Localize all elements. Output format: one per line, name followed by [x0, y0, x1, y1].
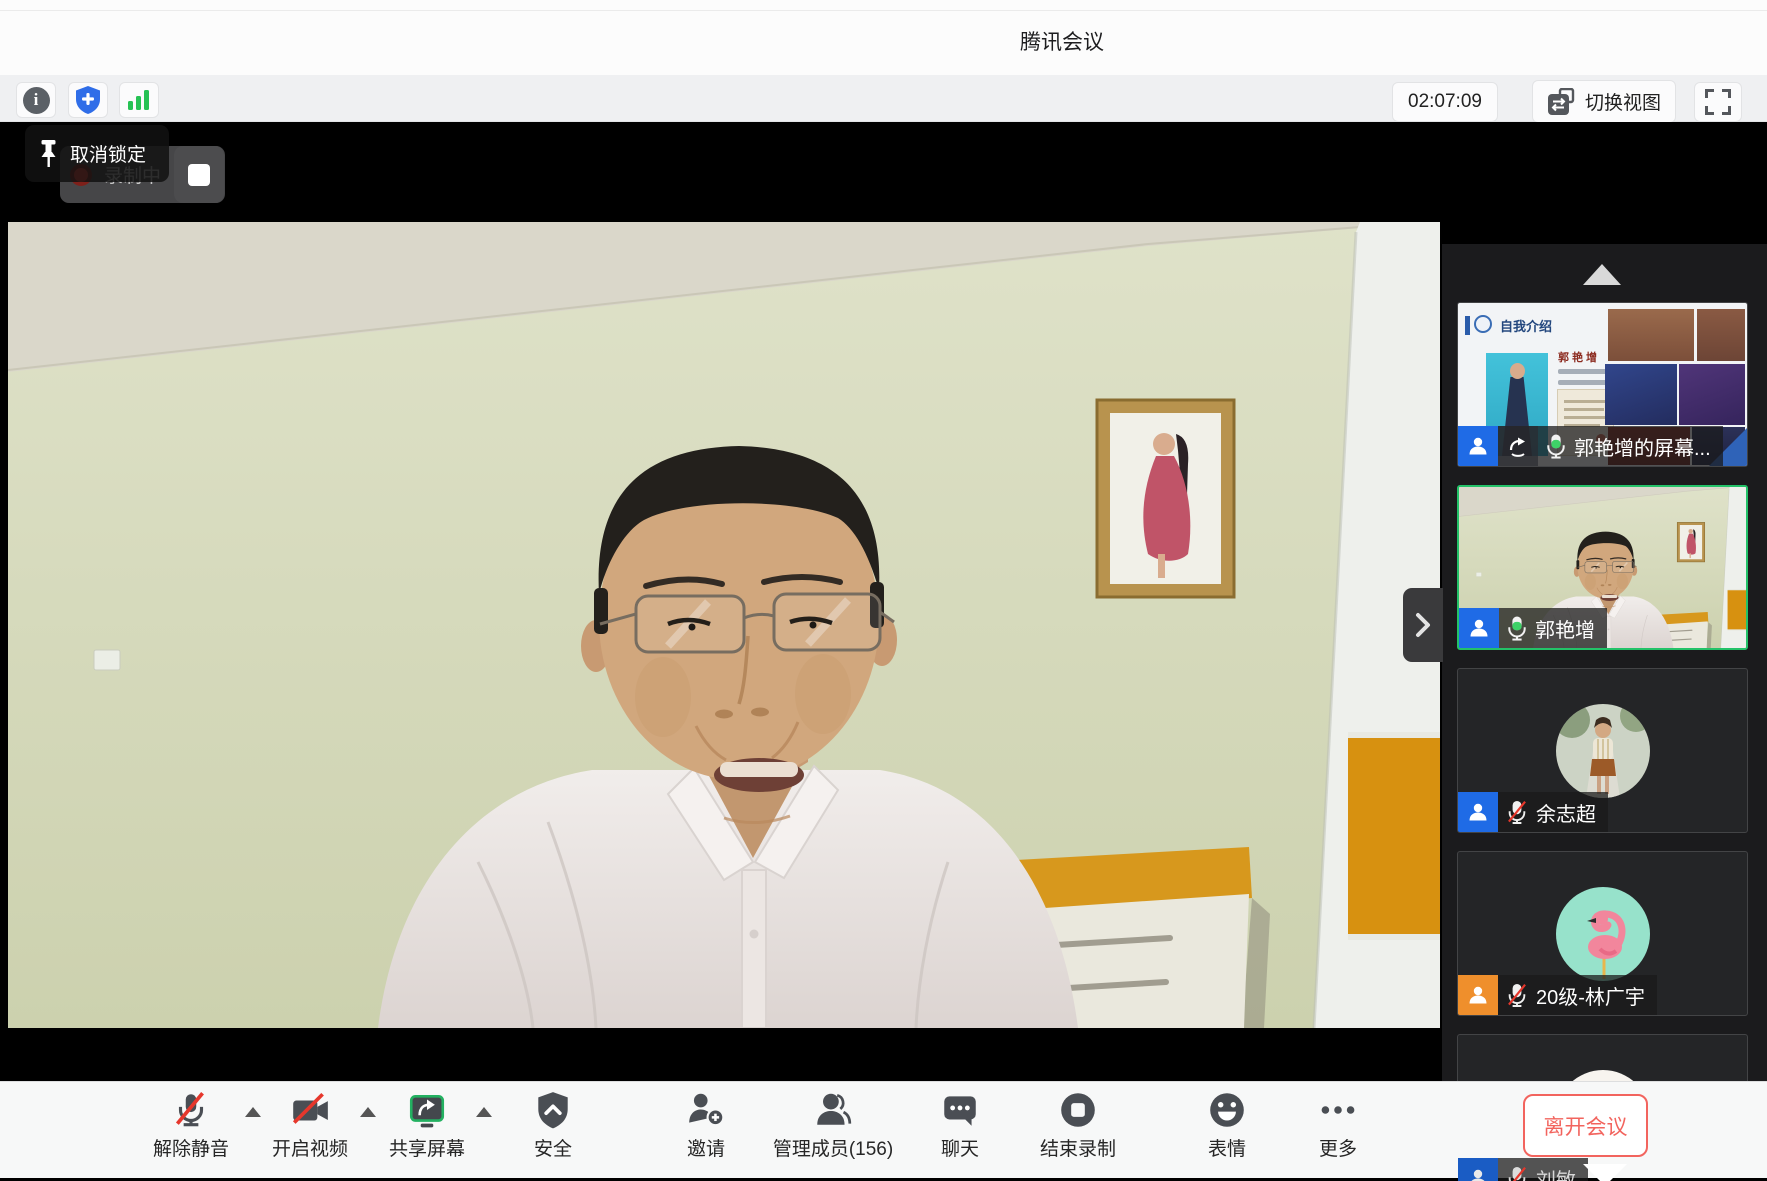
slide-accent-bar [1465, 316, 1470, 335]
participants-sidebar: 自我介绍 郭艳增 [1442, 244, 1767, 1181]
security-label: 安全 [534, 1134, 572, 1161]
security-button[interactable]: 安全 [468, 1089, 638, 1161]
slide-photo [1697, 309, 1745, 361]
camera-off-icon [289, 1089, 331, 1131]
sidebar-collapse-button[interactable] [1403, 588, 1443, 662]
mic-muted-icon [1506, 1164, 1528, 1181]
security-status-button[interactable] [68, 82, 108, 118]
stop-icon [188, 164, 210, 186]
participant-label: 刘敏 [1458, 1158, 1588, 1181]
stop-recording-overlay-button[interactable] [174, 146, 224, 203]
unmute-label: 解除静音 [153, 1134, 229, 1161]
participant-tile-guoyanzeng[interactable]: 郭艳增 [1457, 485, 1748, 650]
main-video [8, 222, 1440, 1028]
more-button[interactable]: 更多 [1253, 1089, 1423, 1161]
unpin-label: 取消锁定 [70, 140, 146, 167]
stop-recording-icon [1057, 1089, 1099, 1131]
chevron-down-icon scroll-down-button[interactable] [1583, 1164, 1627, 1181]
signal-bars-icon [126, 88, 152, 112]
slide-photo [1608, 309, 1694, 361]
slide-photo [1605, 364, 1677, 425]
person-icon [1467, 801, 1489, 823]
timer-value: 02:07:09 [1408, 91, 1482, 113]
window-divider [0, 10, 1767, 11]
fullscreen-icon [1705, 89, 1731, 115]
participant-role-badge [1458, 975, 1498, 1015]
slide-portrait-head [1510, 363, 1525, 379]
title-bar: 腾讯会议 [0, 0, 1767, 75]
participant-name: 余志超 [1536, 798, 1596, 827]
participant-role-badge [1459, 608, 1499, 648]
leave-meeting-label: 离开会议 [1544, 1111, 1628, 1141]
shield-plus-icon [74, 85, 102, 115]
slide-logo [1474, 315, 1492, 333]
page-title: 腾讯会议 [1020, 26, 1104, 56]
end-recording-button[interactable]: 结束录制 [993, 1089, 1163, 1161]
participant-tile-screen-share[interactable]: 自我介绍 郭艳增 [1457, 302, 1748, 467]
avatar [1556, 887, 1650, 981]
slide-presenter-name: 郭艳增 [1558, 349, 1600, 365]
switch-view-label: 切换视图 [1585, 88, 1661, 115]
mic-active-icon [1546, 432, 1566, 460]
start-video-label: 开启视频 [272, 1134, 348, 1161]
switch-view-icon [1547, 88, 1577, 116]
mic-muted-icon [1506, 798, 1528, 826]
emoji-icon [1206, 1089, 1248, 1131]
pushpin-icon [39, 139, 58, 169]
avatar [1556, 704, 1650, 798]
participant-role-badge [1458, 426, 1498, 466]
participant-tile-yuzhichao[interactable]: 余志超 [1457, 668, 1748, 833]
more-label: 更多 [1319, 1134, 1357, 1161]
participant-name: 20级-林广宇 [1536, 981, 1645, 1010]
person-icon [1467, 435, 1489, 457]
network-status-button[interactable] [119, 82, 159, 118]
participant-label: 郭艳增的屏幕... [1458, 426, 1723, 466]
share-screen-label: 共享屏幕 [389, 1134, 465, 1161]
meeting-timer: 02:07:09 [1392, 82, 1498, 122]
slide-photo [1679, 364, 1745, 425]
person-icon [1468, 617, 1490, 639]
chevron-up-icon scroll-up-button[interactable] [1583, 264, 1621, 285]
participant-label: 20级-林广宇 [1458, 975, 1657, 1015]
participant-role-badge [1458, 792, 1498, 832]
top-toolbar: i 02:07:09 切换视图 [0, 75, 1767, 122]
members-icon [812, 1089, 854, 1131]
fullscreen-button[interactable] [1694, 82, 1742, 122]
participant-role-badge [1458, 1158, 1498, 1181]
chat-icon [939, 1089, 981, 1131]
screen-sharing-icon [1498, 426, 1538, 466]
video-stage: 录制中 取消锁定 [0, 122, 1767, 1081]
share-screen-icon [406, 1089, 448, 1131]
security-shield-icon [532, 1089, 574, 1131]
participant-name: 郭艳增 [1535, 614, 1595, 643]
invite-label: 邀请 [687, 1134, 725, 1161]
participant-name: 刘敏 [1536, 1164, 1576, 1181]
person-icon [1467, 1167, 1489, 1181]
participant-label: 余志超 [1458, 792, 1608, 832]
end-recording-label: 结束录制 [1040, 1134, 1116, 1161]
leave-meeting-button[interactable]: 离开会议 [1523, 1094, 1648, 1157]
mic-muted-icon [1506, 981, 1528, 1009]
reactions-label: 表情 [1208, 1134, 1246, 1161]
participant-label: 郭艳增 [1459, 608, 1607, 648]
more-icon [1317, 1089, 1359, 1131]
slide-title: 自我介绍 [1500, 316, 1552, 335]
switch-view-button[interactable]: 切换视图 [1532, 80, 1676, 123]
tencent-meeting-window: 腾讯会议 i 02:07:09 [0, 0, 1767, 1181]
chevron-right-icon [1414, 611, 1432, 639]
mic-muted-icon [170, 1089, 212, 1131]
participant-name: 郭艳增的屏幕... [1574, 432, 1711, 461]
mic-active-icon [1507, 614, 1527, 642]
meeting-info-button[interactable]: i [16, 82, 56, 118]
info-icon: i [23, 87, 50, 114]
participant-tile-linguangyu[interactable]: 20级-林广宇 [1457, 851, 1748, 1016]
chat-label: 聊天 [941, 1134, 979, 1161]
unpin-button[interactable]: 取消锁定 [25, 125, 169, 182]
invite-user-icon [685, 1089, 727, 1131]
person-icon [1467, 984, 1489, 1006]
